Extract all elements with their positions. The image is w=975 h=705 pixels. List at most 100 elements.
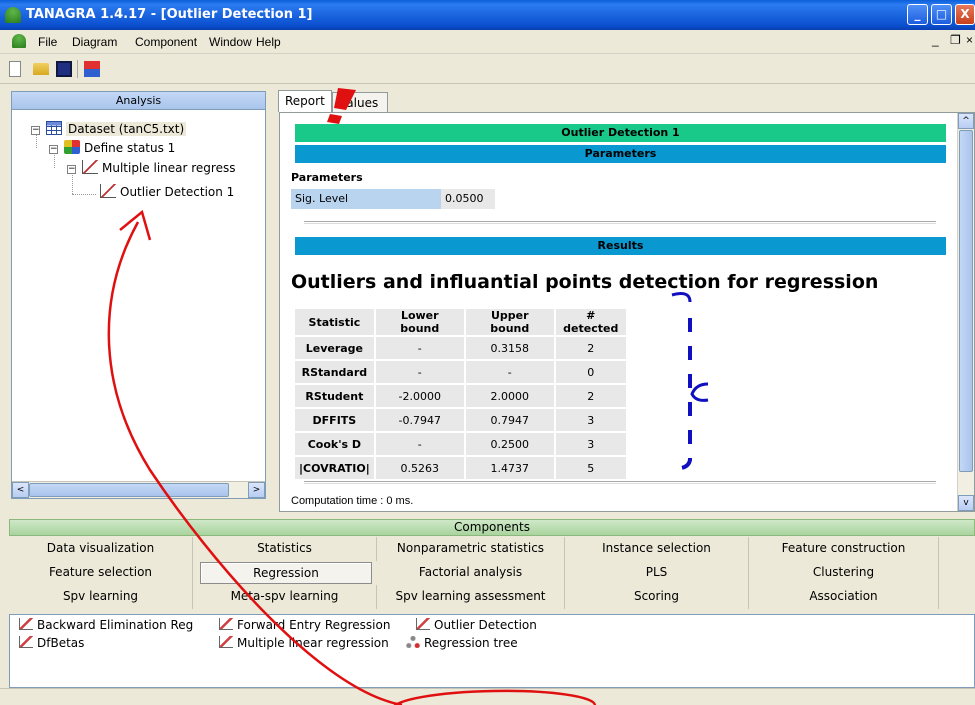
table-cell: 3 <box>555 433 626 455</box>
table-cell: RStandard <box>295 361 374 383</box>
component-label: Outlier Detection <box>434 618 537 632</box>
component-label: Multiple linear regression <box>237 636 389 650</box>
table-header-row: Statistic Lower bound Upper bound # dete… <box>295 309 626 335</box>
scroll-right-icon[interactable]: > <box>248 482 265 498</box>
open-folder-icon[interactable] <box>33 63 49 75</box>
tab-association[interactable]: Association <box>749 585 939 609</box>
component-regression-tree[interactable]: Regression tree <box>406 636 518 650</box>
tree-item-label: Dataset (tanC5.txt) <box>66 122 187 136</box>
column-header: Upper bound <box>465 309 554 335</box>
toolbar <box>0 54 975 84</box>
table-cell: - <box>375 361 464 383</box>
column-header: Statistic <box>295 309 374 335</box>
menu-window[interactable]: Window <box>209 35 252 49</box>
tab-nonparametric-statistics[interactable]: Nonparametric statistics <box>377 537 565 561</box>
mdi-restore-button[interactable]: ❐ <box>950 33 961 47</box>
tree-component-icon <box>406 636 420 648</box>
table-cell: - <box>465 361 554 383</box>
table-row: Leverage - 0.3158 2 <box>295 337 626 359</box>
scroll-up-icon[interactable]: ^ <box>958 113 974 129</box>
tab-regression[interactable]: Regression <box>200 562 372 584</box>
tree-item-regression[interactable]: − Multiple linear regress <box>67 160 235 175</box>
parameters-band: Parameters <box>295 145 946 163</box>
tab-statistics[interactable]: Statistics <box>193 537 377 561</box>
table-cell: 0.5263 <box>375 457 464 479</box>
component-multiple-linear-regression[interactable]: Multiple linear regression <box>219 636 389 650</box>
component-dfbetas[interactable]: DfBetas <box>19 636 84 650</box>
computation-time: Computation time : 0 ms. <box>291 495 414 507</box>
scroll-thumb[interactable] <box>29 483 229 497</box>
tree-connector <box>72 194 96 195</box>
component-label: Forward Entry Regression <box>237 618 391 632</box>
tab-factorial-analysis[interactable]: Factorial analysis <box>377 561 565 585</box>
report-title-band: Outlier Detection 1 <box>295 124 946 142</box>
tree-item-label: Multiple linear regress <box>102 161 236 175</box>
tab-meta-spv-learning[interactable]: Meta-spv learning <box>193 585 377 609</box>
sig-level-value: 0.0500 <box>441 189 495 209</box>
table-cell: 0 <box>555 361 626 383</box>
tab-data-visualization[interactable]: Data visualization <box>9 537 193 561</box>
tree-item-define-status[interactable]: − Define status 1 <box>49 140 175 155</box>
menu-help[interactable]: Help <box>256 35 281 49</box>
tab-spv-learning[interactable]: Spv learning <box>9 585 193 609</box>
separator <box>304 221 936 224</box>
results-band: Results <box>295 237 946 255</box>
tab-report[interactable]: Report <box>278 90 332 112</box>
tab-values[interactable]: Values <box>332 92 388 112</box>
analysis-hscrollbar[interactable]: < > <box>12 481 265 498</box>
column-header: Lower bound <box>375 309 464 335</box>
execute-icon[interactable] <box>84 61 100 77</box>
tab-spv-learning-assessment[interactable]: Spv learning assessment <box>377 585 565 609</box>
table-cell: 0.3158 <box>465 337 554 359</box>
table-row: Cook's D - 0.2500 3 <box>295 433 626 455</box>
scroll-left-icon[interactable]: < <box>12 482 29 498</box>
tab-pls[interactable]: PLS <box>565 561 749 585</box>
table-cell: -0.7947 <box>375 409 464 431</box>
scroll-down-icon[interactable]: v <box>958 495 974 511</box>
tab-scoring[interactable]: Scoring <box>565 585 749 609</box>
tab-feature-construction[interactable]: Feature construction <box>749 537 939 561</box>
tab-clustering[interactable]: Clustering <box>749 561 939 585</box>
separator <box>304 481 936 484</box>
table-cell: 1.4737 <box>465 457 554 479</box>
component-backward-elimination[interactable]: Backward Elimination Reg <box>19 618 193 632</box>
close-button[interactable]: X <box>955 4 975 25</box>
table-row: DFFITS -0.7947 0.7947 3 <box>295 409 626 431</box>
dataset-icon <box>46 121 62 135</box>
scroll-thumb[interactable] <box>959 130 973 472</box>
report-vscrollbar[interactable]: ^ v <box>957 113 974 511</box>
minimize-button[interactable]: _ <box>907 4 928 25</box>
maximize-button[interactable]: □ <box>931 4 952 25</box>
menu-diagram[interactable]: Diagram <box>72 35 117 49</box>
sig-level-label: Sig. Level <box>291 189 441 209</box>
component-outlier-detection[interactable]: Outlier Detection <box>416 618 537 632</box>
table-cell: 5 <box>555 457 626 479</box>
tree-item-dataset[interactable]: − Dataset (tanC5.txt) <box>31 121 187 136</box>
title-bar: TANAGRA 1.4.17 - [Outlier Detection 1] _… <box>0 0 975 30</box>
new-file-icon[interactable] <box>9 61 21 77</box>
mdi-close-button[interactable]: × <box>966 33 973 47</box>
menu-component[interactable]: Component <box>135 35 197 49</box>
table-row: |COVRATIO| 0.5263 1.4737 5 <box>295 457 626 479</box>
tab-feature-selection[interactable]: Feature selection <box>9 561 193 585</box>
table-cell: 2 <box>555 337 626 359</box>
collapse-icon[interactable]: − <box>67 165 76 174</box>
outlier-component-icon <box>416 618 430 630</box>
components-panel: Components Data visualization Statistics… <box>9 519 975 614</box>
outlier-icon <box>100 184 116 198</box>
menu-file[interactable]: File <box>38 35 57 49</box>
mdi-minimize-button[interactable]: _ <box>932 33 939 47</box>
save-disk-icon[interactable] <box>56 61 72 77</box>
analysis-header: Analysis <box>12 92 265 110</box>
collapse-icon[interactable]: − <box>49 145 58 154</box>
table-row: RStudent -2.0000 2.0000 2 <box>295 385 626 407</box>
collapse-icon[interactable]: − <box>31 126 40 135</box>
component-forward-entry[interactable]: Forward Entry Regression <box>219 618 390 632</box>
tab-instance-selection[interactable]: Instance selection <box>565 537 749 561</box>
mdi-app-icon[interactable] <box>12 34 26 48</box>
regression-component-icon <box>219 618 233 630</box>
define-status-icon <box>64 140 80 154</box>
regression-component-icon <box>219 636 233 648</box>
component-label: DfBetas <box>37 636 85 650</box>
tree-item-outlier-detection[interactable]: Outlier Detection 1 <box>100 184 234 199</box>
